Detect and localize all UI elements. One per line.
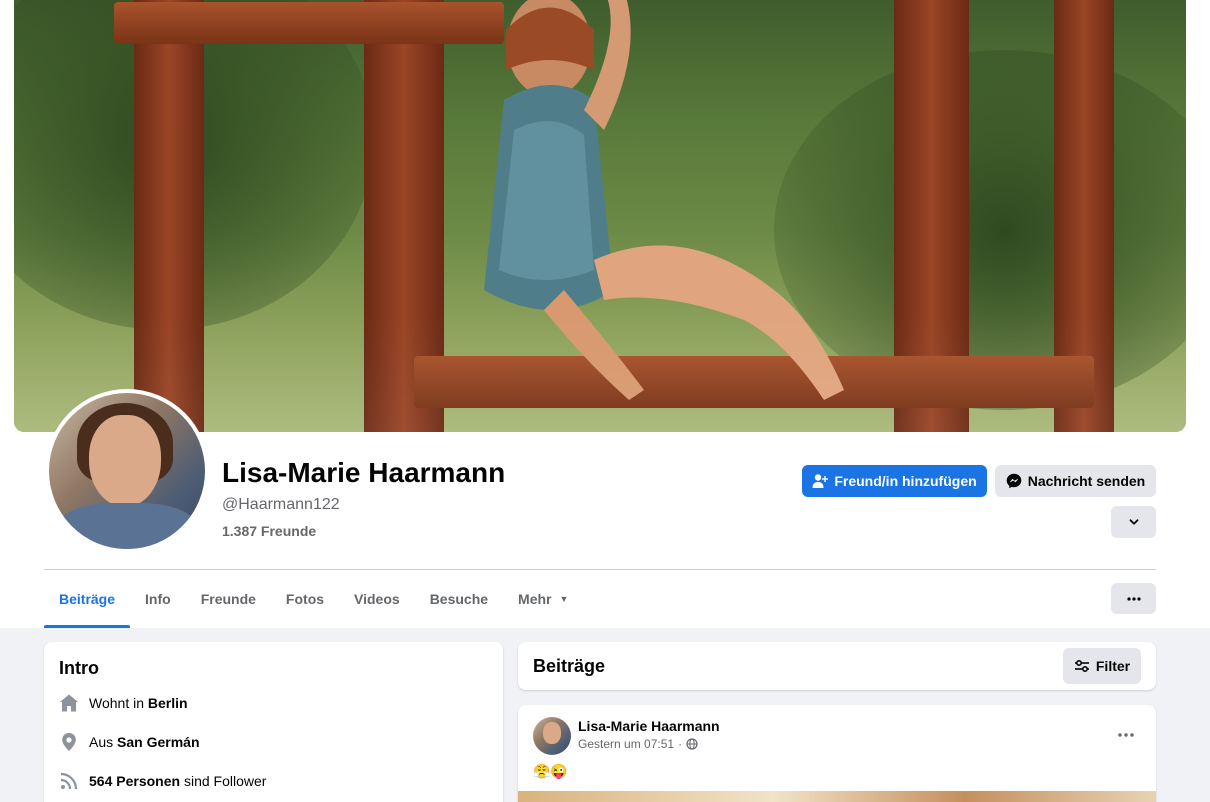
cover-fade bbox=[14, 312, 1186, 432]
tab-info[interactable]: Info bbox=[130, 570, 186, 628]
tab-videos[interactable]: Videos bbox=[339, 570, 415, 628]
profile-tabs: Beiträge Info Freunde Fotos Videos Besuc… bbox=[44, 570, 583, 628]
caret-down-icon: ▼ bbox=[559, 594, 569, 604]
more-dots-icon bbox=[1126, 596, 1141, 601]
cover-photo[interactable] bbox=[14, 0, 1186, 432]
tab-label: Beiträge bbox=[59, 591, 116, 607]
profile-avatar-image bbox=[49, 393, 205, 549]
post-author-name[interactable]: Lisa-Marie Haarmann bbox=[578, 718, 720, 734]
more-dots-icon bbox=[1118, 733, 1134, 737]
tabs-more-button[interactable] bbox=[1111, 583, 1156, 614]
send-message-button[interactable]: Nachricht senden bbox=[995, 465, 1156, 497]
profile-handle: @Haarmann122 bbox=[222, 496, 340, 513]
tab-label: Freunde bbox=[200, 591, 256, 607]
intro-from: Aus San Germán bbox=[59, 732, 200, 752]
tab-beitraege[interactable]: Beiträge bbox=[44, 570, 131, 628]
profile-name: Lisa-Marie Haarmann bbox=[222, 457, 506, 488]
from-city-link[interactable]: San Germán bbox=[117, 734, 199, 750]
posts-title: Beiträge bbox=[533, 656, 606, 676]
intro-title: Intro bbox=[59, 658, 99, 678]
post-more-button[interactable] bbox=[1114, 725, 1138, 745]
tab-mehr[interactable]: Mehr ▼ bbox=[503, 570, 583, 628]
person-add-icon bbox=[812, 474, 829, 488]
post-image[interactable] bbox=[518, 791, 1156, 802]
post-text: 😤😜 bbox=[533, 763, 568, 779]
post-meta: Gestern um 07:51 · bbox=[578, 737, 698, 751]
chevron-down-icon bbox=[1129, 519, 1138, 525]
tab-label: Besuche bbox=[429, 591, 489, 607]
followers-count-link[interactable]: 564 Personen bbox=[89, 773, 180, 789]
location-pin-icon bbox=[59, 732, 79, 752]
from-prefix: Aus bbox=[89, 734, 118, 750]
intro-lives-in: Wohnt in Berlin bbox=[59, 693, 188, 713]
globe-icon[interactable] bbox=[686, 738, 698, 750]
lives-city-link[interactable]: Berlin bbox=[148, 695, 188, 711]
posts-header-card: Beiträge Filter bbox=[518, 642, 1156, 690]
filter-label: Filter bbox=[1095, 658, 1131, 674]
tab-besuche[interactable]: Besuche bbox=[415, 570, 503, 628]
lives-prefix: Wohnt in bbox=[89, 695, 148, 711]
filter-sliders-icon bbox=[1074, 659, 1089, 673]
tab-label: Videos bbox=[354, 591, 400, 607]
tab-freunde[interactable]: Freunde bbox=[186, 570, 271, 628]
intro-card: Intro Wohnt in Berlin Aus San Germán 564… bbox=[44, 642, 503, 802]
followers-suffix: sind Follower bbox=[180, 773, 267, 789]
filter-button[interactable]: Filter bbox=[1063, 648, 1141, 684]
post-timestamp[interactable]: Gestern um 07:51 bbox=[578, 737, 674, 751]
post-author-avatar[interactable] bbox=[533, 717, 571, 755]
tab-label: Mehr bbox=[518, 591, 552, 607]
add-friend-button[interactable]: Freund/in hinzufügen bbox=[802, 465, 987, 497]
post-card: Lisa-Marie Haarmann Gestern um 07:51 · 😤… bbox=[518, 705, 1156, 802]
profile-avatar[interactable] bbox=[45, 389, 209, 553]
more-options-dropdown-button[interactable] bbox=[1111, 506, 1156, 538]
tab-fotos[interactable]: Fotos bbox=[271, 570, 339, 628]
friends-count-link[interactable]: 1.387 Freunde bbox=[222, 523, 316, 539]
home-icon bbox=[59, 693, 79, 713]
messenger-icon bbox=[1006, 473, 1022, 489]
intro-followers: 564 Personen sind Follower bbox=[59, 771, 266, 791]
add-friend-label: Freund/in hinzufügen bbox=[834, 473, 977, 489]
meta-separator: · bbox=[678, 737, 683, 751]
rss-icon bbox=[59, 771, 79, 791]
send-message-label: Nachricht senden bbox=[1027, 473, 1146, 489]
tab-label: Info bbox=[145, 591, 171, 607]
tab-label: Fotos bbox=[285, 591, 325, 607]
